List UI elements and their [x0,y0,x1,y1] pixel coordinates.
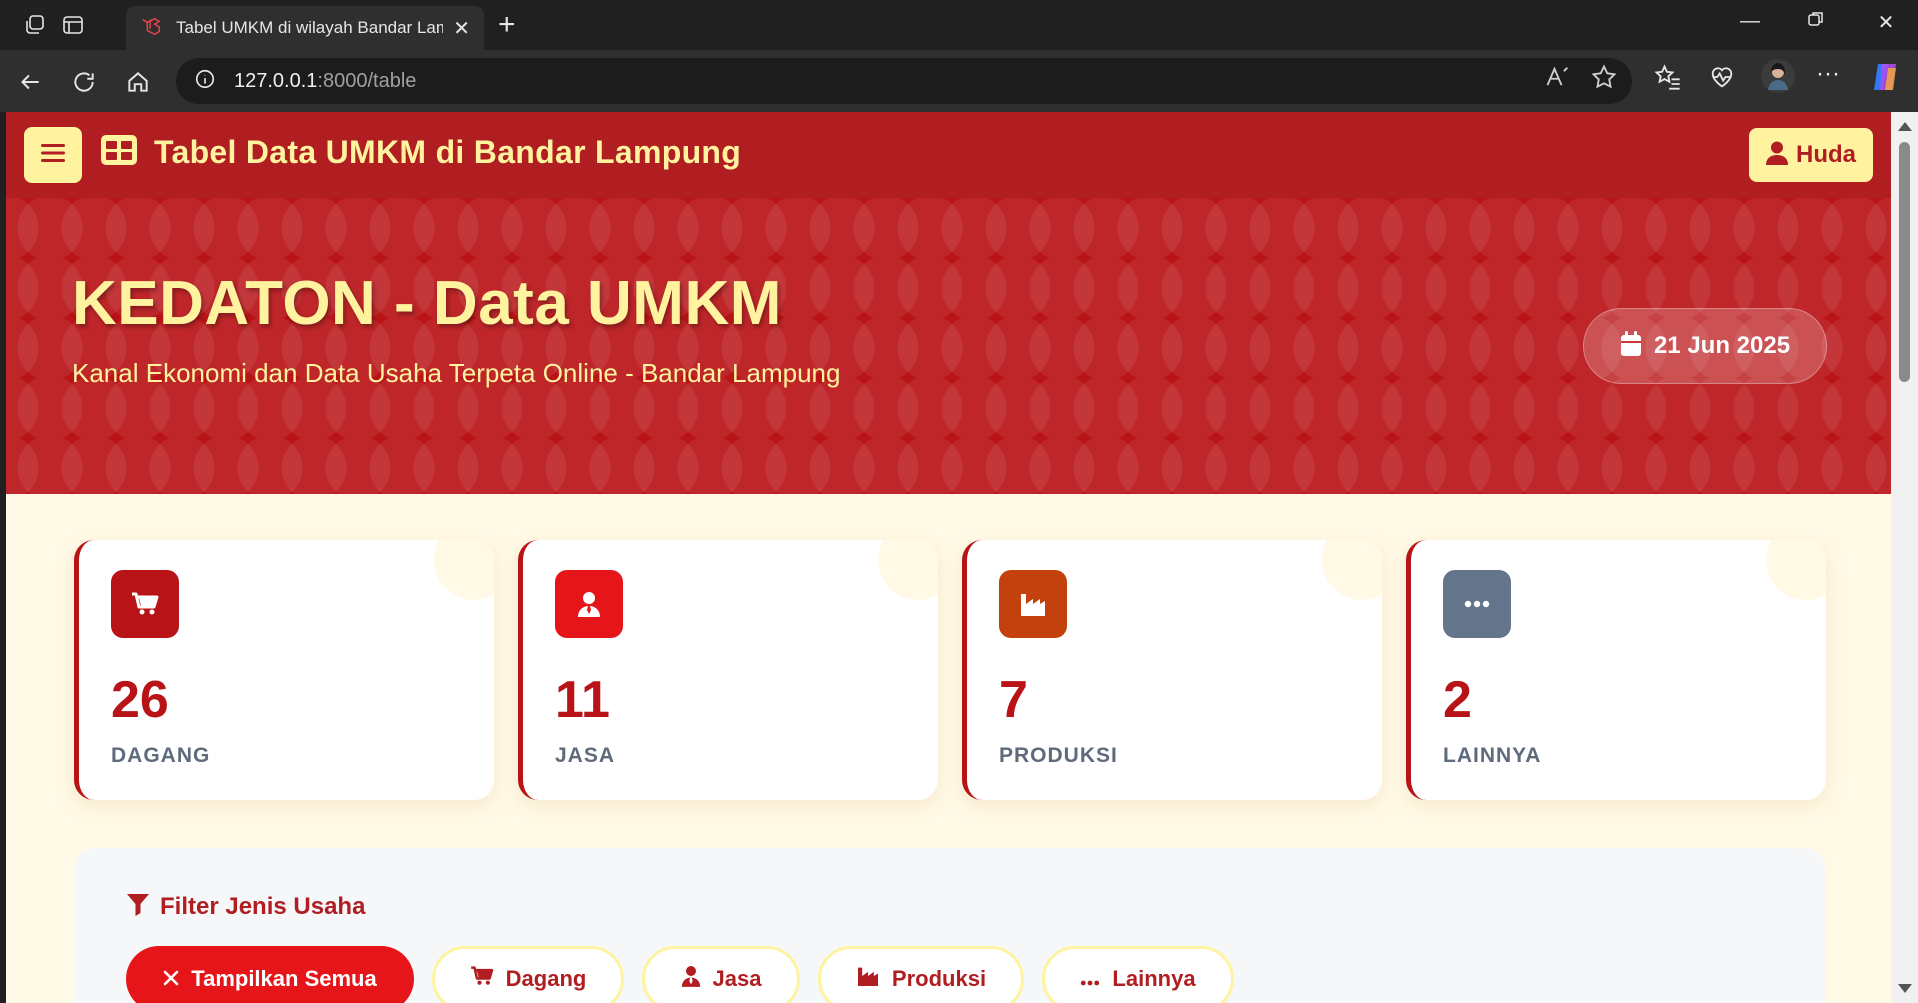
close-x-icon [163,966,179,992]
profile-avatar[interactable] [1760,58,1796,99]
workspaces-icon[interactable] [22,12,48,38]
hero-title: KEDATON - Data UMKM [72,269,782,338]
page-viewport: Tabel Data UMKM di Bandar Lampung Huda K… [6,112,1891,1003]
filter-button-label: Tampilkan Semua [191,966,377,991]
stat-card-jasa: 11 JASA [518,540,938,800]
stat-card-dagang: 26 DAGANG [74,540,494,800]
top-navbar: Tabel Data UMKM di Bandar Lampung Huda [6,112,1891,198]
page-scrollbar[interactable] [1891,112,1918,1003]
tab-actions-icon[interactable] [60,12,86,38]
table-icon [100,134,138,171]
date-badge: 21 Jun 2025 [1583,308,1827,384]
stat-card-produksi: 7 PRODUKSI [962,540,1382,800]
filter-button-jasa[interactable]: Jasa [642,946,800,1003]
minimize-icon[interactable]: — [1730,10,1770,33]
close-tab-icon[interactable]: ✕ [453,16,470,41]
brand: Tabel Data UMKM di Bandar Lampung [100,134,741,171]
home-icon[interactable] [122,66,154,98]
browser-essentials-icon[interactable] [1708,63,1736,96]
stat-value: 2 [1443,671,1472,729]
favorite-star-icon[interactable] [1590,63,1618,96]
hamburger-icon [41,142,65,169]
ellipsis-icon [1443,570,1511,638]
address-bar[interactable]: 127.0.0.1:8000/table [176,58,1632,104]
tab-title: Tabel UMKM di wilayah Bandar Lampung [176,18,444,37]
filter-button-dagang[interactable]: Dagang [432,946,624,1003]
site-info-icon[interactable] [194,68,216,95]
scroll-up-arrow-icon[interactable] [1898,122,1912,131]
stat-card-lainnya: 2 LAINNYA [1406,540,1826,800]
stat-label: JASA [555,744,616,767]
filter-button-lainnya[interactable]: Lainnya [1042,946,1234,1003]
url-text: 127.0.0.1:8000/table [234,69,417,92]
filter-title: Filter Jenis Usaha [126,892,365,921]
scroll-down-arrow-icon[interactable] [1898,984,1912,993]
stat-label: LAINNYA [1443,744,1542,767]
industry-icon [999,570,1067,638]
menu-toggle-button[interactable] [24,127,82,183]
user-icon [1766,141,1788,170]
copilot-icon[interactable] [1868,60,1902,99]
close-window-icon[interactable]: ✕ [1866,10,1906,35]
brand-title: Tabel Data UMKM di Bandar Lampung [154,134,742,170]
filter-panel: Filter Jenis Usaha Tampilkan Semua Dagan… [74,848,1826,1003]
back-icon[interactable] [14,66,46,98]
user-tie-icon [681,965,701,993]
favorites-list-icon[interactable] [1654,63,1682,96]
browser-tab-bar: Tabel UMKM di wilayah Bandar Lampung ✕ +… [0,0,1918,50]
filter-button-label: Lainnya [1112,966,1196,991]
filter-button-produksi[interactable]: Produksi [818,946,1024,1003]
filter-button-all[interactable]: Tampilkan Semua [126,946,414,1003]
date-text: 21 Jun 2025 [1653,332,1791,359]
browser-nav-bar: 127.0.0.1:8000/table ··· [0,50,1918,112]
more-options-icon[interactable]: ··· [1816,60,1840,88]
calendar-icon [1620,330,1642,362]
stat-value: 11 [555,671,610,729]
filter-button-label: Jasa [712,966,762,991]
user-name: Huda [1796,141,1856,168]
filter-icon [126,892,150,921]
stat-label: DAGANG [111,744,211,767]
filter-button-label: Dagang [505,966,587,991]
read-aloud-icon[interactable] [1544,63,1572,96]
laravel-favicon-icon [140,15,162,42]
user-tie-icon [555,570,623,638]
hero-banner: KEDATON - Data UMKM Kanal Ekonomi dan Da… [6,198,1891,494]
stat-value: 7 [999,671,1028,729]
hero-subtitle: Kanal Ekonomi dan Data Usaha Terpeta Onl… [72,358,841,388]
user-menu-button[interactable]: Huda [1749,128,1873,182]
stat-label: PRODUKSI [999,744,1118,767]
cart-icon [111,570,179,638]
scrollbar-thumb[interactable] [1899,142,1910,382]
stat-value: 26 [111,671,169,729]
restore-icon[interactable] [1796,10,1836,34]
new-tab-icon[interactable]: + [498,8,516,42]
filter-button-label: Produksi [891,966,987,991]
ellipsis-icon [1080,966,1100,992]
cart-icon [470,966,494,992]
reload-icon[interactable] [68,66,100,98]
filter-title-text: Filter Jenis Usaha [160,892,366,920]
industry-icon [856,966,880,992]
browser-tab-active[interactable]: Tabel UMKM di wilayah Bandar Lampung ✕ [126,6,484,50]
